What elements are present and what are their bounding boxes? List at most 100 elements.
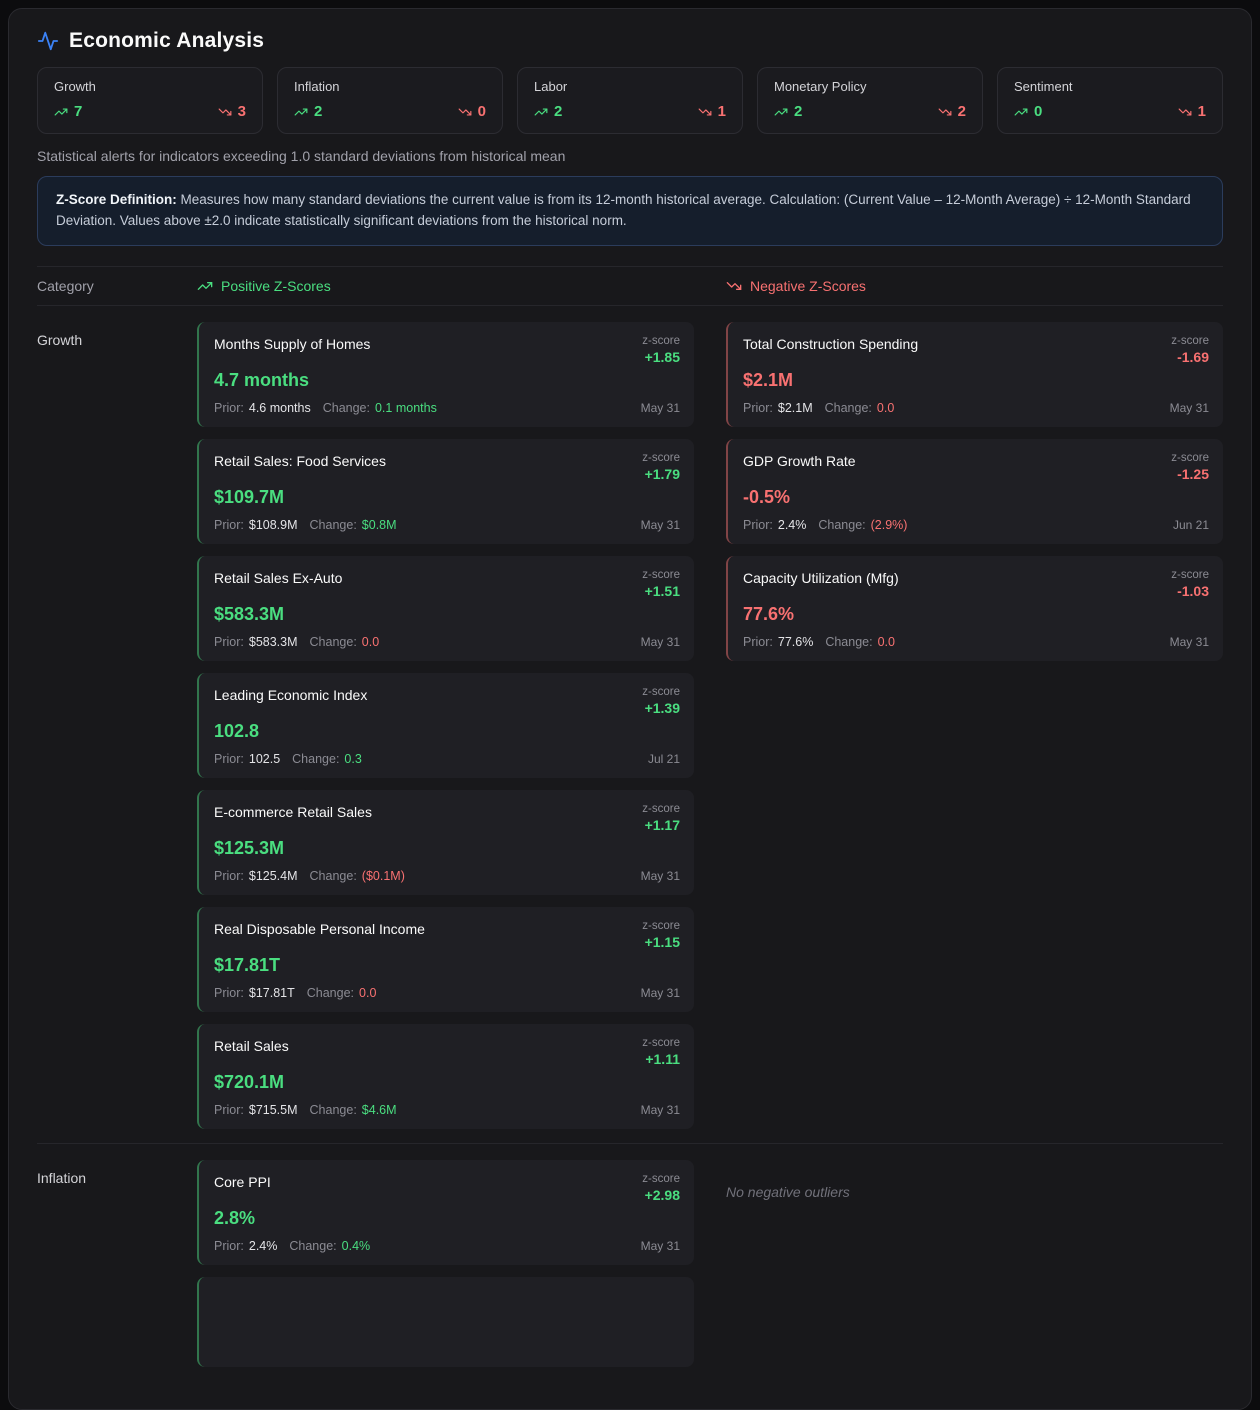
indicator-title: Capacity Utilization (Mfg) <box>743 569 899 586</box>
zscore-value: +1.79 <box>644 465 680 482</box>
change-label: Change: <box>309 634 357 649</box>
negative-count: 2 <box>957 103 966 120</box>
zscore-label: z-score <box>642 451 680 464</box>
zscore-block: z-score +1.85 <box>642 334 680 366</box>
section-inflation: Inflation Core PPI z-score +2.98 2.8% Pr… <box>37 1142 1223 1381</box>
indicator-date: May 31 <box>640 634 680 649</box>
zscore-label: z-score <box>642 1172 680 1185</box>
prior-label: Prior: <box>214 1102 244 1117</box>
zscore-label: z-score <box>1171 568 1209 581</box>
indicator-date: Jun 21 <box>1172 517 1209 532</box>
prior-value: 2.4% <box>777 517 807 532</box>
indicator-title: Total Construction Spending <box>743 335 919 352</box>
indicator-card: Leading Economic Index z-score +1.39 102… <box>197 672 694 778</box>
zscore-label: z-score <box>642 1036 680 1049</box>
indicator-card: Retail Sales Ex-Auto z-score +1.51 $583.… <box>197 555 694 661</box>
change-value: 0.0 <box>876 400 895 415</box>
page-header: Economic Analysis <box>37 23 1223 67</box>
definition-text: Measures how many standard deviations th… <box>56 192 1191 228</box>
indicator-card: Retail Sales z-score +1.11 $720.1M Prior… <box>197 1023 694 1129</box>
summary-row: Growth 7 3 Inflation 2 0 Labor 2 1 Monet… <box>37 67 1223 134</box>
zscore-block: z-score -1.69 <box>1171 334 1209 366</box>
indicator-meta: Prior: $2.1M Change: 0.0 May 31 <box>743 401 1209 415</box>
indicator-card: GDP Growth Rate z-score -1.25 -0.5% Prio… <box>726 438 1223 544</box>
indicator-card: Real Disposable Personal Income z-score … <box>197 906 694 1012</box>
zscore-block: z-score +1.79 <box>642 451 680 483</box>
prior-value: $715.5M <box>248 1102 298 1117</box>
prior-value: 2.4% <box>248 1238 278 1253</box>
page-title: Economic Analysis <box>69 29 265 52</box>
prior-label: Prior: <box>743 400 773 415</box>
indicator-title: Leading Economic Index <box>214 686 368 703</box>
prior-value: $583.3M <box>248 634 298 649</box>
indicator-title: GDP Growth Rate <box>743 452 856 469</box>
indicator-value: $583.3M <box>214 603 285 624</box>
indicator-title: Core PPI <box>214 1173 271 1190</box>
table-header: Category Positive Z-Scores Negative Z-Sc… <box>37 265 1223 306</box>
zscore-label: z-score <box>1171 451 1209 464</box>
prior-value: $125.4M <box>248 868 298 883</box>
zscore-label: z-score <box>642 568 680 581</box>
page-subtitle: Statistical alerts for indicators exceed… <box>37 148 566 164</box>
category-label: Growth <box>37 331 83 348</box>
indicator-value: $2.1M <box>743 369 794 390</box>
definition-label: Z-Score Definition: <box>56 192 177 207</box>
change-value: 0.0 <box>877 634 895 649</box>
summary-label: Inflation <box>294 79 340 94</box>
prior-value: $108.9M <box>248 517 298 532</box>
zscore-block: z-score +1.17 <box>642 802 680 834</box>
zscore-definition-box: Z-Score Definition: Measures how many st… <box>37 176 1223 246</box>
change-label: Change: <box>309 1102 357 1117</box>
indicator-date: Jul 21 <box>647 751 680 766</box>
prior-label: Prior: <box>214 868 244 883</box>
indicator-meta: Prior: $715.5M Change: $4.6M May 31 <box>214 1103 680 1117</box>
summary-label: Growth <box>54 79 96 94</box>
indicator-date: May 31 <box>640 1238 680 1253</box>
zscore-block: z-score -1.03 <box>1171 568 1209 600</box>
prior-label: Prior: <box>743 634 773 649</box>
negative-cards-column: No negative outliers <box>726 1160 1223 1367</box>
zscore-value: +1.39 <box>644 699 680 716</box>
prior-value: $17.81T <box>248 985 295 1000</box>
change-value: (2.9%) <box>870 517 908 532</box>
trending-up-icon <box>1014 105 1028 119</box>
trending-down-icon <box>726 278 742 294</box>
change-value: $4.6M <box>361 1102 397 1117</box>
positive-column-header: Positive Z-Scores <box>197 278 694 294</box>
zscore-block: z-score -1.25 <box>1171 451 1209 483</box>
indicator-title: Months Supply of Homes <box>214 335 371 352</box>
change-label: Change: <box>292 751 340 766</box>
indicator-meta: Prior: 2.4% Change: (2.9%) Jun 21 <box>743 518 1209 532</box>
trending-up-icon <box>197 278 213 294</box>
indicator-card-partial <box>197 1276 694 1367</box>
change-label: Change: <box>322 400 370 415</box>
change-label: Change: <box>306 985 355 1000</box>
trending-down-icon <box>218 105 232 119</box>
positive-count: 2 <box>554 103 563 120</box>
prior-label: Prior: <box>214 985 244 1000</box>
zscore-block: z-score +1.11 <box>642 1036 680 1068</box>
change-value: $0.8M <box>361 517 397 532</box>
indicator-meta: Prior: $17.81T Change: 0.0 May 31 <box>214 986 680 1000</box>
trending-up-icon <box>54 105 68 119</box>
zscore-value: +1.85 <box>644 348 680 365</box>
negative-column-header: Negative Z-Scores <box>726 278 1223 294</box>
trending-up-icon <box>294 105 308 119</box>
trending-up-icon <box>774 105 788 119</box>
no-negative-outliers-text: No negative outliers <box>726 1183 850 1200</box>
trending-down-icon <box>938 105 952 119</box>
indicator-value: $720.1M <box>214 1071 285 1092</box>
indicator-value: 2.8% <box>214 1207 256 1228</box>
indicator-meta: Prior: 77.6% Change: 0.0 May 31 <box>743 635 1209 649</box>
zscore-block: z-score +1.15 <box>642 919 680 951</box>
prior-value: 77.6% <box>777 634 814 649</box>
indicator-meta: Prior: 102.5 Change: 0.3 Jul 21 <box>214 752 680 766</box>
prior-label: Prior: <box>214 634 244 649</box>
zscore-label: z-score <box>642 334 680 347</box>
negative-header-label: Negative Z-Scores <box>750 277 866 294</box>
indicator-meta: Prior: $108.9M Change: $0.8M May 31 <box>214 518 680 532</box>
indicator-card: Retail Sales: Food Services z-score +1.7… <box>197 438 694 544</box>
indicator-card: Total Construction Spending z-score -1.6… <box>726 321 1223 427</box>
indicator-value: 102.8 <box>214 720 260 741</box>
prior-value: $2.1M <box>777 400 813 415</box>
